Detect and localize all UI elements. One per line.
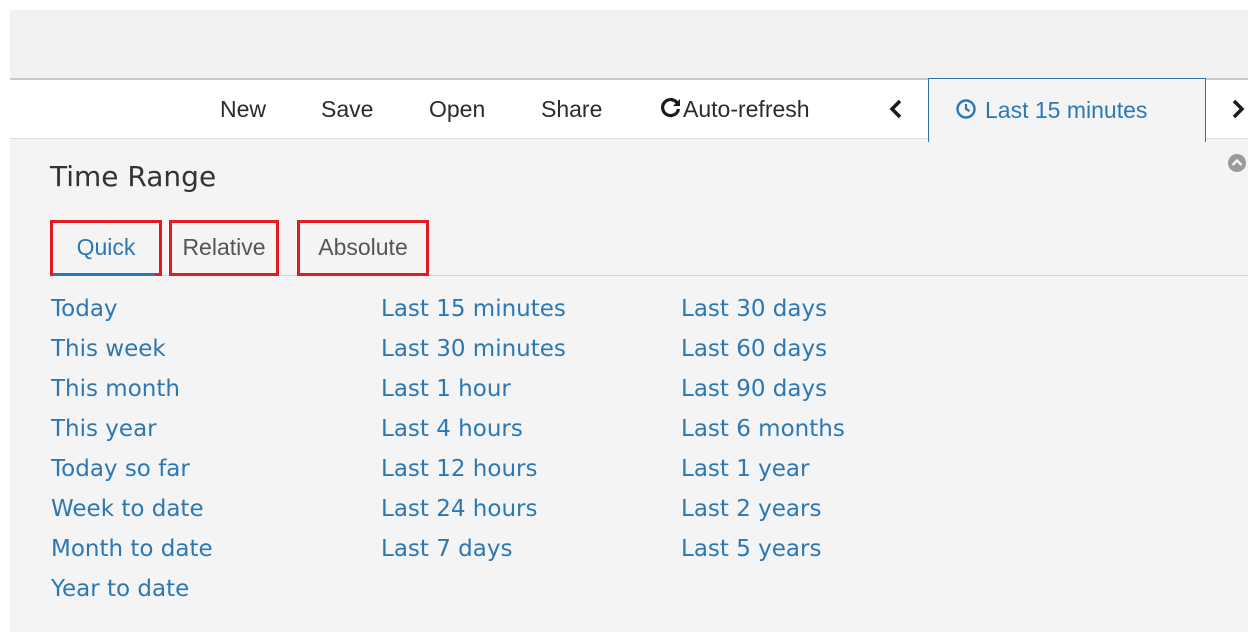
quick-range-link[interactable]: Last 15 minutes: [381, 289, 566, 329]
quick-ranges-column-2: Last 15 minutes Last 30 minutes Last 1 h…: [381, 289, 566, 569]
top-bar: [10, 10, 1248, 80]
refresh-icon: [659, 82, 683, 140]
next-range-button[interactable]: [1230, 80, 1246, 138]
auto-refresh-label: Auto-refresh: [683, 96, 810, 122]
share-button[interactable]: Share: [541, 80, 602, 138]
quick-range-link[interactable]: This month: [51, 369, 213, 409]
collapse-up-icon[interactable]: [1227, 153, 1247, 173]
quick-range-link[interactable]: Last 4 hours: [381, 409, 566, 449]
tab-relative[interactable]: Relative: [169, 220, 279, 276]
quick-range-link[interactable]: Last 7 days: [381, 529, 566, 569]
time-picker-label: Last 15 minutes: [985, 97, 1148, 123]
chevron-left-icon: [888, 99, 904, 142]
toolbar: New Save Open Share Auto-refresh Last 15…: [10, 78, 1248, 142]
quick-range-link[interactable]: Last 30 minutes: [381, 329, 566, 369]
quick-range-link[interactable]: Last 60 days: [681, 329, 845, 369]
clock-icon: [955, 81, 977, 143]
save-button[interactable]: Save: [321, 80, 373, 138]
quick-range-link[interactable]: Week to date: [51, 489, 213, 529]
quick-range-link[interactable]: Last 30 days: [681, 289, 845, 329]
active-tab-indicator: [53, 273, 155, 276]
auto-refresh-button[interactable]: Auto-refresh: [659, 80, 810, 138]
app-frame: New Save Open Share Auto-refresh Last 15…: [10, 10, 1248, 632]
quick-range-link[interactable]: Year to date: [51, 569, 213, 609]
quick-range-link[interactable]: Last 90 days: [681, 369, 845, 409]
panel-title: Time Range: [50, 160, 217, 193]
quick-ranges-column-3: Last 30 days Last 60 days Last 90 days L…: [681, 289, 845, 569]
tab-quick[interactable]: Quick: [50, 220, 162, 276]
quick-range-link[interactable]: Last 6 months: [681, 409, 845, 449]
chevron-right-icon: [1230, 99, 1246, 142]
quick-range-link[interactable]: Last 2 years: [681, 489, 845, 529]
new-button[interactable]: New: [220, 80, 266, 138]
quick-ranges-column-1: Today This week This month This year Tod…: [51, 289, 213, 609]
quick-range-link[interactable]: This year: [51, 409, 213, 449]
quick-range-link[interactable]: Last 24 hours: [381, 489, 566, 529]
quick-range-link[interactable]: Last 12 hours: [381, 449, 566, 489]
quick-range-link[interactable]: Last 1 year: [681, 449, 845, 489]
quick-range-link[interactable]: Month to date: [51, 529, 213, 569]
open-button[interactable]: Open: [429, 80, 485, 138]
previous-range-button[interactable]: [888, 80, 904, 138]
quick-range-link[interactable]: Today so far: [51, 449, 213, 489]
quick-range-link[interactable]: This week: [51, 329, 213, 369]
quick-range-link[interactable]: Today: [51, 289, 213, 329]
quick-range-link[interactable]: Last 1 hour: [381, 369, 566, 409]
quick-range-link[interactable]: Last 5 years: [681, 529, 845, 569]
tab-absolute[interactable]: Absolute: [297, 220, 429, 276]
time-picker-button[interactable]: Last 15 minutes: [928, 78, 1206, 142]
